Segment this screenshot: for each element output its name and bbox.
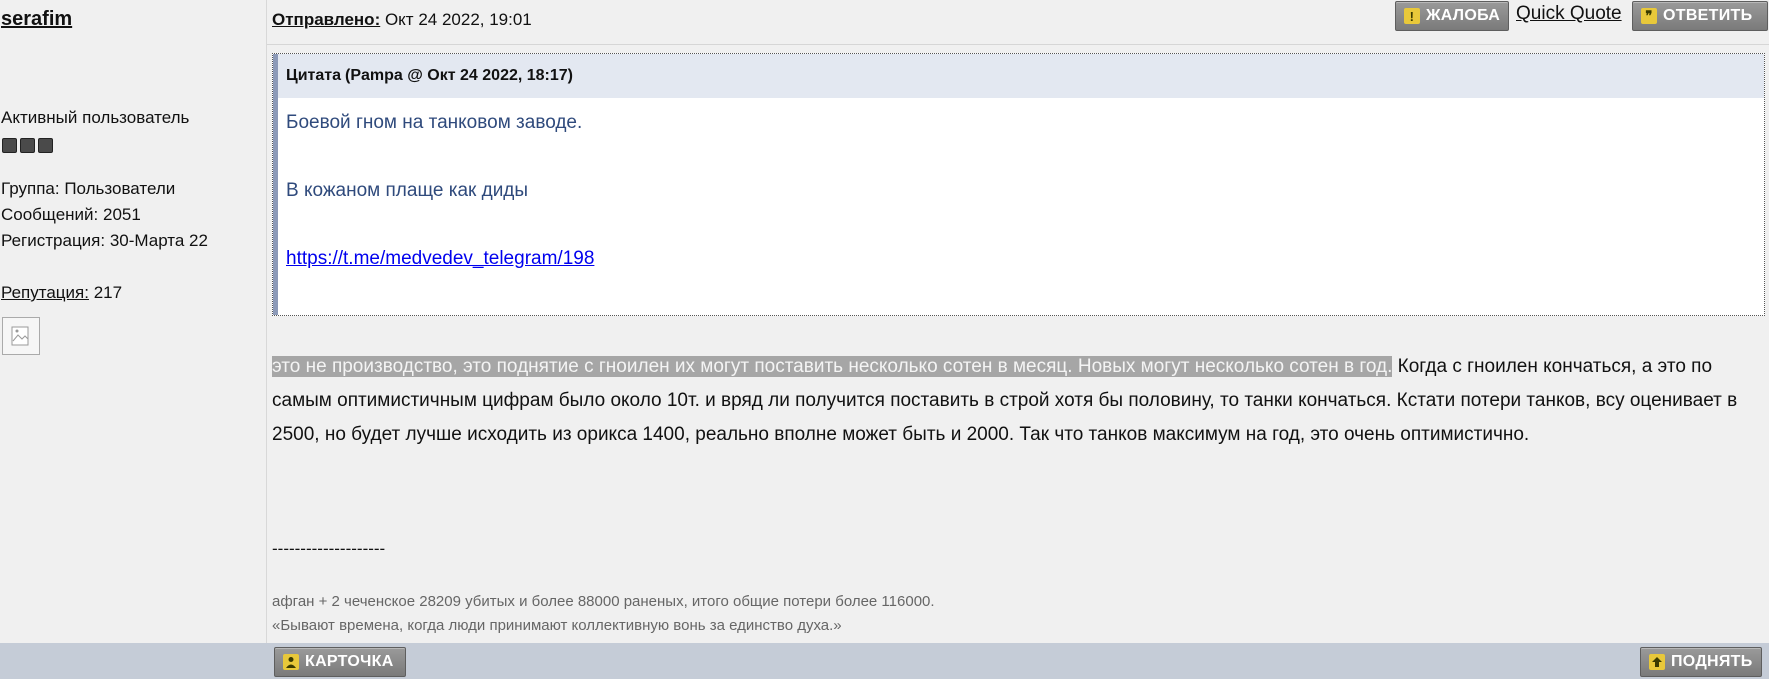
username-link[interactable]: serafim (1, 8, 72, 31)
report-label: ЖАЛОБА (1426, 7, 1501, 24)
quote-header: Цитата (Pampa @ Окт 24 2022, 18:17) (278, 54, 1764, 98)
user-post-count: Сообщений: 2051 (1, 205, 141, 224)
user-rank: Активный пользователь (1, 108, 190, 127)
quick-quote-link[interactable]: Quick Quote (1516, 3, 1622, 25)
quote-link[interactable]: https://t.me/medvedev_telegram/198 (286, 248, 594, 269)
rank-pips (2, 138, 53, 153)
scroll-up-label: ПОДНЯТЬ (1671, 653, 1753, 670)
selected-text: это не производство, это поднятие с гнои… (272, 356, 1393, 377)
rank-pip (38, 138, 53, 153)
user-icon (283, 654, 299, 670)
signature-line: «Бывают времена, когда люди принимают ко… (272, 617, 842, 634)
reputation-value: 217 (88, 283, 123, 302)
reply-button[interactable]: ❞ ОТВЕТИТЬ (1632, 1, 1768, 31)
signature-separator: -------------------- (272, 539, 386, 558)
post-body: это не производство, это поднятие с гнои… (272, 350, 1768, 452)
sent-value: Окт 24 2022, 19:01 (380, 10, 532, 29)
user-group: Группа: Пользователи (1, 179, 176, 198)
reputation-label[interactable]: Репутация: (1, 283, 89, 302)
quote-line: В кожаном плаще как диды (286, 180, 529, 201)
exclamation-icon: ! (1404, 8, 1420, 24)
quote-meta: (Pampa @ Окт 24 2022, 18:17) (345, 67, 573, 84)
signature: афган + 2 чеченское 28209 убитых и более… (272, 590, 935, 638)
quote-marks-icon: ❞ (1641, 8, 1657, 24)
sent-label[interactable]: Отправлено: (272, 10, 380, 29)
rank-pip (20, 138, 35, 153)
signature-line: афган + 2 чеченское 28209 убитых и более… (272, 593, 935, 610)
post-footer: КАРТОЧКА ПОДНЯТЬ (0, 643, 1769, 679)
reply-label: ОТВЕТИТЬ (1663, 7, 1753, 24)
profile-card-button[interactable]: КАРТОЧКА (274, 647, 406, 677)
quote-body: Боевой гном на танковом заводе. В кожано… (278, 98, 1764, 276)
rank-pip (2, 138, 17, 153)
report-button[interactable]: ! ЖАЛОБА (1395, 1, 1509, 31)
user-reputation: Репутация: 217 (1, 283, 122, 303)
quote-title: Цитата (286, 67, 341, 84)
broken-image-icon[interactable] (2, 317, 40, 355)
profile-card-label: КАРТОЧКА (305, 653, 394, 670)
quote-block: Цитата (Pampa @ Окт 24 2022, 18:17) Боев… (272, 53, 1765, 316)
quote-line: Боевой гном на танковом заводе. (286, 112, 583, 133)
arrow-up-icon (1649, 654, 1665, 670)
sent-timestamp: Отправлено: Окт 24 2022, 19:01 (272, 10, 532, 30)
user-registration: Регистрация: 30-Марта 22 (1, 231, 208, 250)
scroll-up-button[interactable]: ПОДНЯТЬ (1640, 647, 1762, 677)
user-panel (0, 0, 267, 643)
